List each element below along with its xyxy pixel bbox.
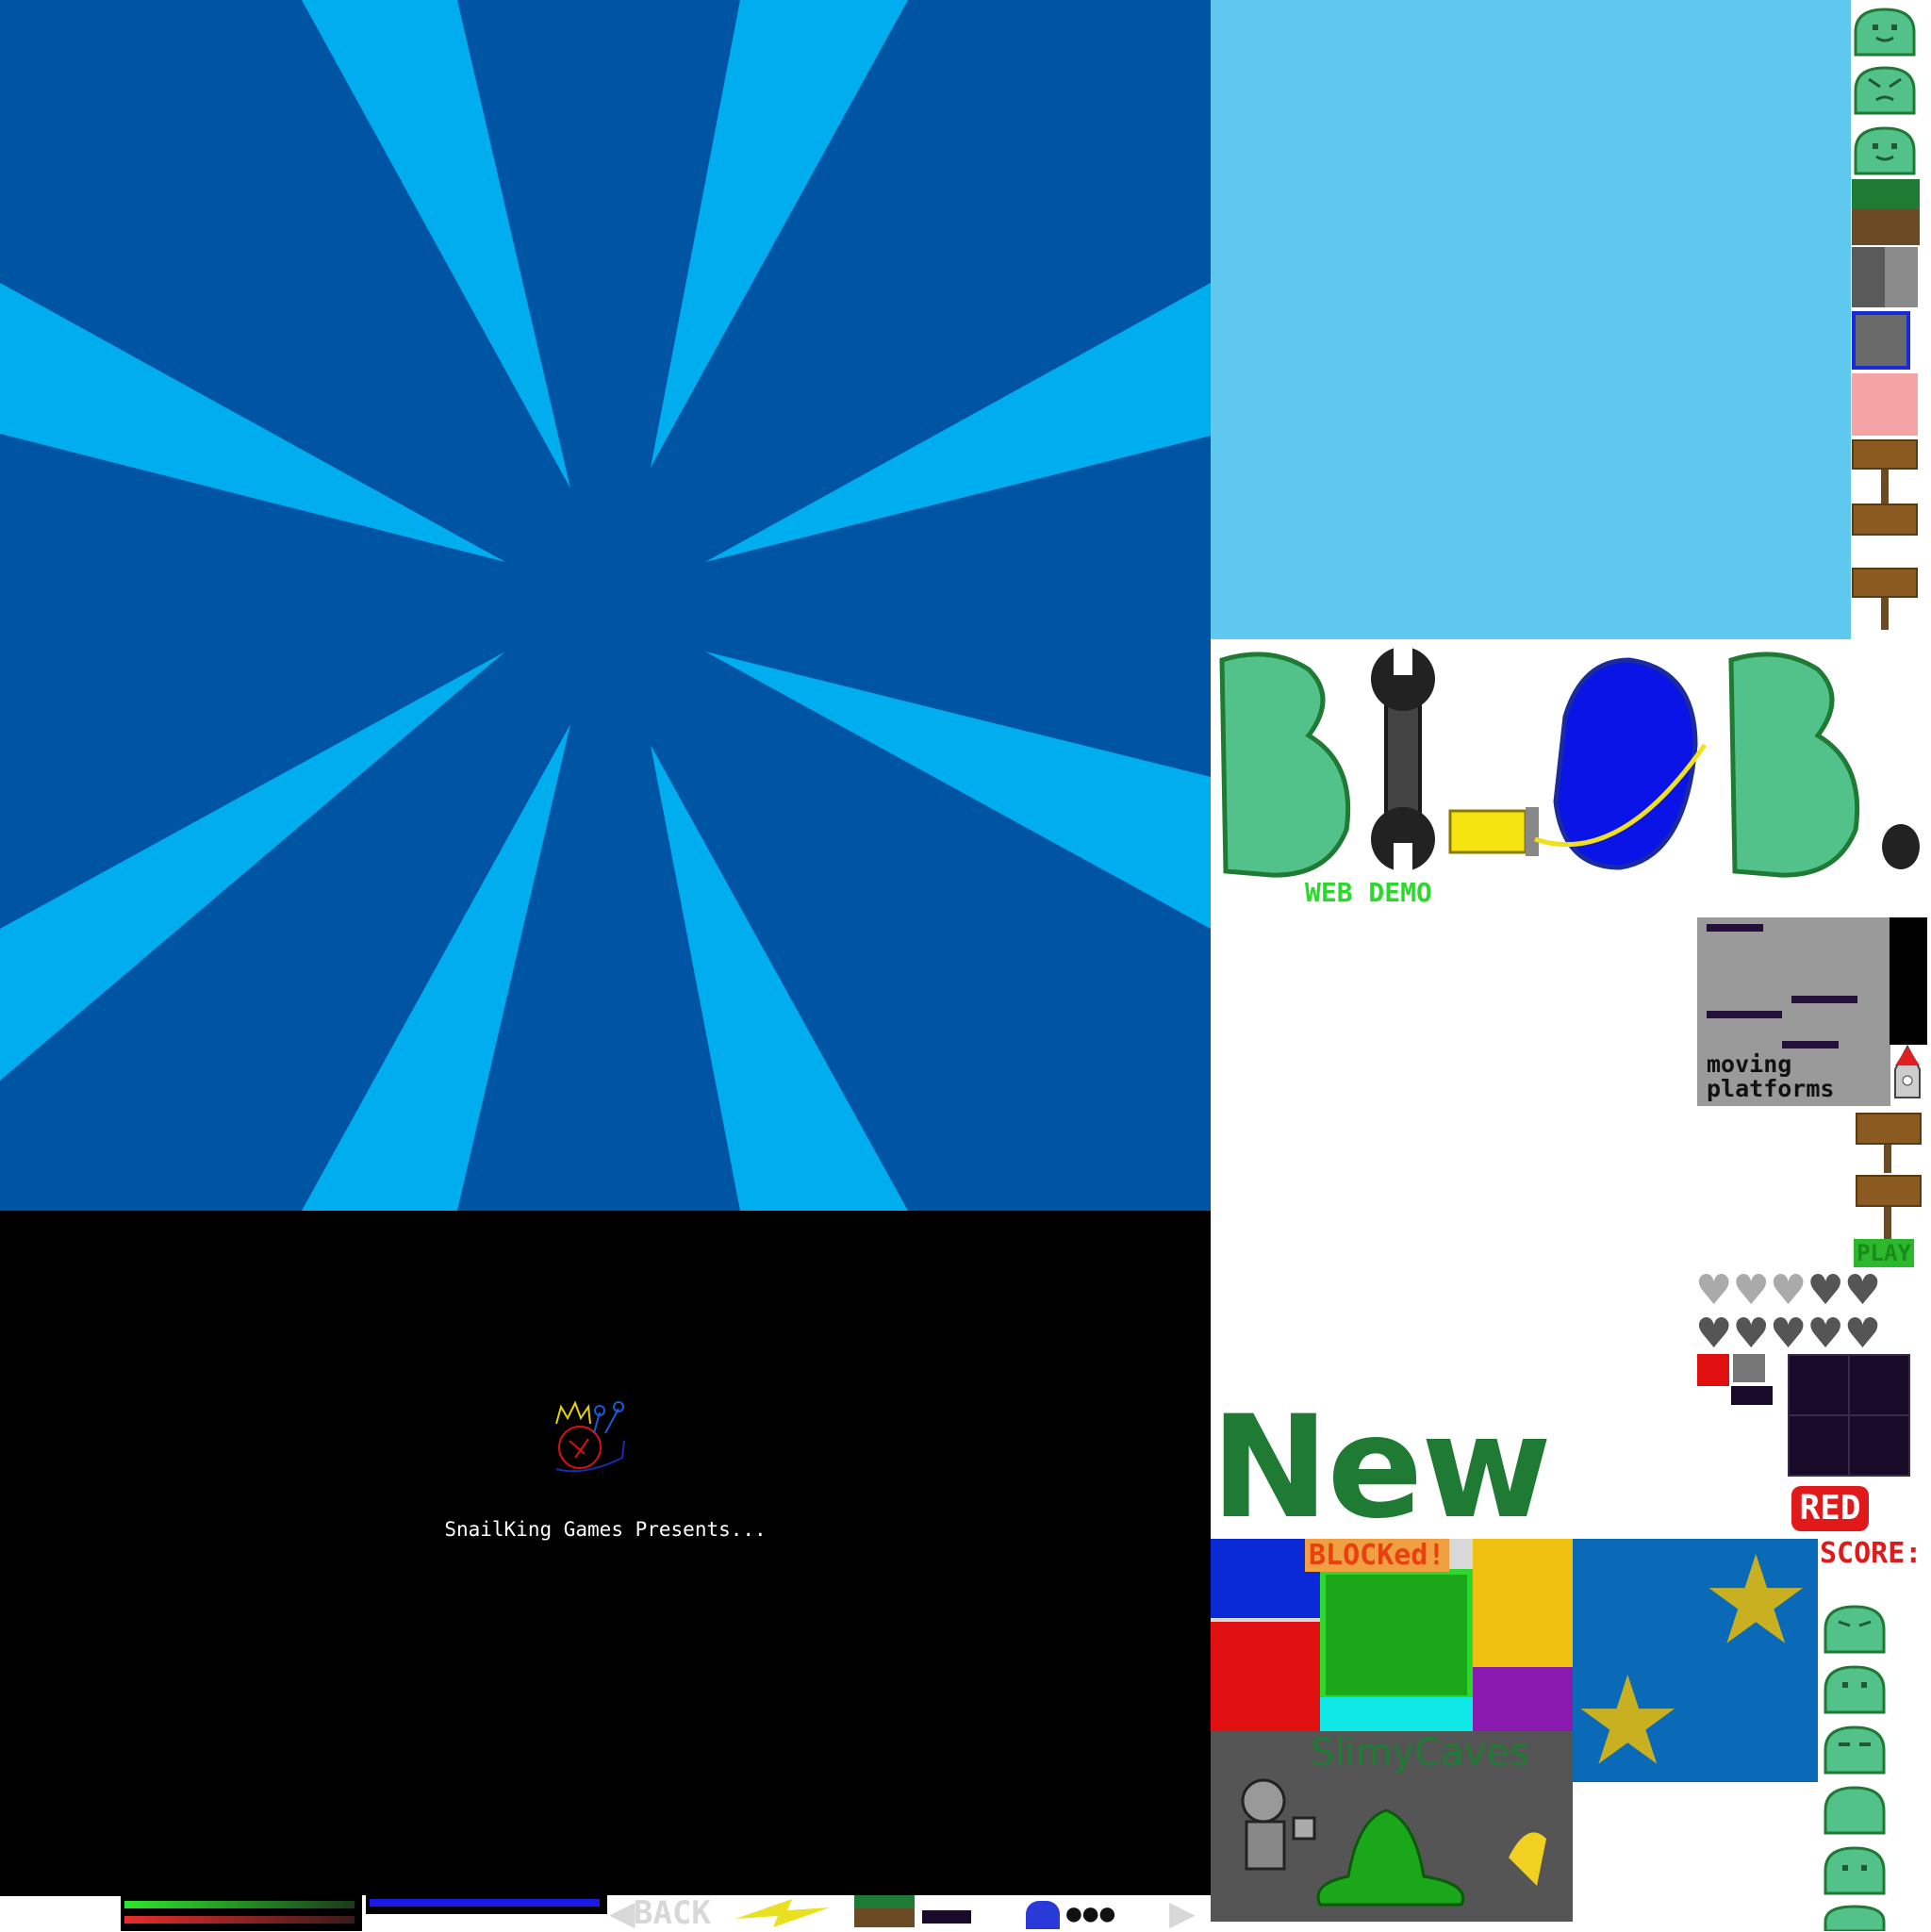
slime-sprite-icon — [1824, 1786, 1886, 1835]
signpost-icon — [1852, 504, 1918, 536]
signpost-pole-icon — [1884, 1145, 1891, 1173]
blue-energy-bar — [370, 1899, 600, 1907]
score-label: SCORE: — [1820, 1537, 1923, 1570]
signpost-icon — [1852, 568, 1918, 598]
red-button-icon — [1697, 1354, 1729, 1386]
grass-tile-icon — [1852, 179, 1920, 245]
platform-bar — [1791, 996, 1857, 1003]
slime-sprite-icon — [1824, 1605, 1886, 1654]
slime-sprite-icon — [1824, 1846, 1886, 1895]
green-health-bar — [124, 1901, 355, 1908]
signpost-icon — [1852, 439, 1918, 470]
splash-presents-text: SnailKing Games Presents... — [444, 1518, 767, 1541]
splash-screen — [0, 1211, 1211, 1896]
signpost-icon — [1856, 1175, 1922, 1207]
rocket-icon — [1894, 1045, 1921, 1098]
blocked-title: BLOCKed! — [1305, 1539, 1449, 1572]
starburst-background — [0, 0, 1211, 1211]
blob-logo — [1219, 647, 1920, 878]
star-icon: ★ — [1701, 1531, 1811, 1669]
slime-angry-sprite-icon — [1854, 66, 1916, 115]
back-button[interactable]: BACK — [634, 1895, 711, 1931]
snail-king-logo-icon — [555, 1400, 625, 1473]
purple-block-tile-icon — [1473, 1667, 1573, 1731]
dark-block — [1890, 917, 1927, 1045]
green-block-face-icon — [1320, 1569, 1473, 1701]
back-arrow-icon[interactable]: ◀ — [609, 1895, 635, 1931]
red-health-bar — [124, 1916, 355, 1924]
platform-bar — [1782, 1041, 1839, 1049]
signpost-pole-icon — [1881, 470, 1889, 504]
web-demo-subtitle: WEB DEMO — [1305, 877, 1432, 908]
signpost-icon — [1856, 1113, 1922, 1145]
platform-bar — [1707, 924, 1763, 932]
slime-sprite-icon — [1824, 1905, 1886, 1931]
slime-sprite-icon — [1854, 126, 1916, 175]
red-block-tile-icon — [1211, 1622, 1320, 1731]
slime-sprite-icon — [1824, 1665, 1886, 1714]
slimy-caves-art — [1241, 1778, 1546, 1907]
moving-platforms-label: moving platforms — [1707, 1050, 1835, 1102]
star-icon: ★ — [1573, 1652, 1683, 1790]
red-label: RED — [1791, 1486, 1869, 1531]
forward-arrow-icon[interactable]: ▶ — [1169, 1895, 1196, 1931]
signpost-pole-icon — [1884, 1207, 1891, 1239]
grey-block-icon — [1733, 1354, 1765, 1382]
grass-tile-icon — [854, 1895, 915, 1927]
play-button[interactable]: PLAY — [1854, 1239, 1914, 1267]
hearts-row-light: ♥♥♥♥♥ — [1695, 1266, 1882, 1314]
platform-bar — [1707, 1011, 1782, 1018]
pink-block-tile-icon — [1852, 373, 1918, 436]
hearts-row-dark: ♥♥♥♥♥ — [1695, 1310, 1882, 1358]
black-blob-icons: ●●● — [1064, 1893, 1117, 1932]
sky-background-tile — [1211, 0, 1851, 639]
cyan-block-tile-icon — [1320, 1697, 1473, 1731]
yellow-block-tile-icon — [1473, 1539, 1573, 1667]
stone-tile-icon — [1852, 247, 1918, 307]
blue-block-tile-icon — [1211, 1539, 1320, 1618]
blue-block-tile-icon — [1852, 311, 1910, 370]
slime-sprite-icon — [1854, 8, 1916, 57]
blue-blob-icon — [1026, 1901, 1060, 1929]
slime-sprite-icon — [1824, 1726, 1886, 1775]
signpost-pole-icon — [1881, 598, 1889, 630]
platform-bar — [922, 1910, 971, 1924]
